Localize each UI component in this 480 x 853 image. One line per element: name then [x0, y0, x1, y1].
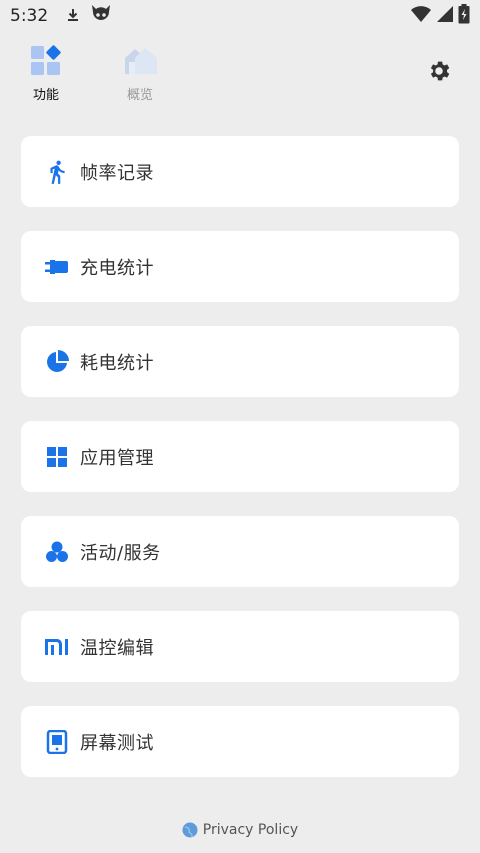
menu-item-thermal-edit[interactable]: 温控编辑	[21, 611, 459, 682]
running-person-icon	[44, 159, 70, 185]
settings-button[interactable]	[426, 58, 452, 84]
status-system-icons	[410, 4, 470, 28]
devil-face-icon	[90, 4, 112, 28]
privacy-policy-link[interactable]: Privacy Policy	[0, 822, 480, 838]
menu-item-screen-test[interactable]: 屏幕测试	[21, 706, 459, 777]
feature-menu: 帧率记录 充电统计 耗电统计 应用管理 活动/服务 温控编辑 屏幕测试	[21, 136, 459, 801]
mi-logo-icon	[44, 634, 70, 660]
menu-item-activity-service[interactable]: 活动/服务	[21, 516, 459, 587]
status-bar: 5:32	[0, 0, 480, 32]
menu-item-app-management[interactable]: 应用管理	[21, 421, 459, 492]
overview-home-icon	[121, 44, 159, 80]
privacy-policy-label: Privacy Policy	[202, 822, 299, 838]
menu-item-label: 应用管理	[80, 447, 154, 469]
function-grid-icon	[29, 44, 63, 80]
menu-item-charge-stats[interactable]: 充电统计	[21, 231, 459, 302]
charger-plug-icon	[44, 254, 70, 280]
wifi-icon	[410, 5, 432, 27]
menu-item-fps-record[interactable]: 帧率记录	[21, 136, 459, 207]
menu-item-label: 屏幕测试	[80, 732, 154, 754]
signal-icon	[436, 5, 454, 27]
tablet-screen-icon	[44, 729, 70, 755]
bubbles-icon	[44, 539, 70, 565]
menu-item-label: 充电统计	[80, 257, 154, 279]
menu-item-label: 温控编辑	[80, 637, 154, 659]
battery-charging-icon	[458, 4, 470, 28]
menu-item-label: 耗电统计	[80, 352, 154, 374]
download-icon	[66, 7, 80, 26]
app-grid-icon	[44, 444, 70, 470]
gear-icon	[426, 61, 452, 88]
menu-item-power-usage[interactable]: 耗电统计	[21, 326, 459, 397]
tab-function-label: 功能	[32, 88, 59, 103]
status-notifications	[66, 4, 112, 28]
menu-item-label: 帧率记录	[80, 162, 154, 184]
globe-icon	[182, 822, 198, 838]
top-tabs: 功能 概览	[0, 44, 480, 104]
pie-chart-icon	[44, 349, 70, 375]
tab-function[interactable]: 功能	[18, 44, 74, 103]
menu-item-label: 活动/服务	[80, 542, 161, 564]
tab-overview[interactable]: 概览	[112, 44, 168, 103]
status-time: 5:32	[10, 6, 49, 26]
tab-overview-label: 概览	[126, 88, 153, 103]
